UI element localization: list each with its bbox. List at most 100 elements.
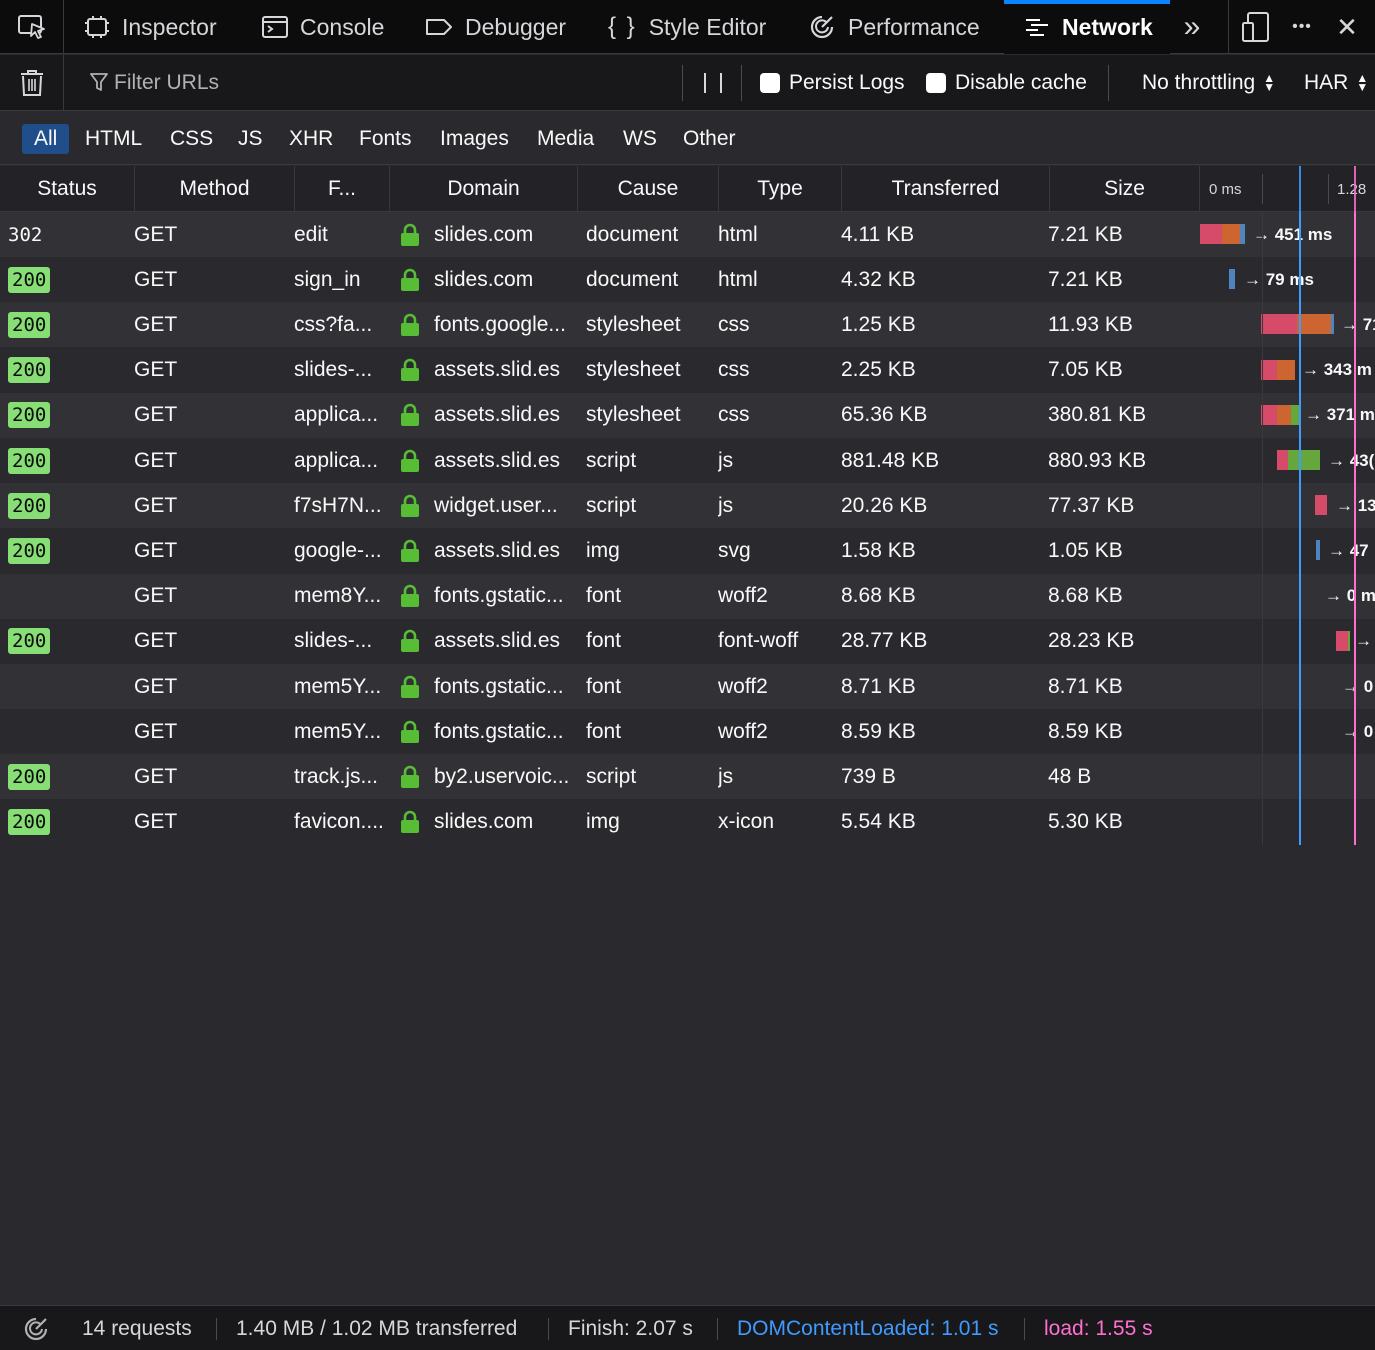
lock-icon [401, 494, 419, 517]
transferred-cell: 8.59 KB [841, 709, 1041, 754]
column-header-size[interactable]: Size [1050, 166, 1200, 212]
method-cell-text: GET [134, 584, 178, 608]
filter-button-html[interactable]: HTML [73, 124, 154, 154]
table-row[interactable]: GET mem8Y... fonts.gstatic... font woff2 8.68… [0, 573, 1375, 619]
waterfall-timing-bar [1222, 224, 1240, 244]
disable-cache-checkbox[interactable] [926, 73, 946, 93]
table-row[interactable]: 200 GET f7sH7N... widget.user... script js 20.… [0, 483, 1375, 529]
method-cell-text: GET [134, 538, 178, 562]
tab-network[interactable]: Network [1004, 0, 1170, 54]
tab-console[interactable]: Console [262, 0, 384, 54]
file-cell-text: mem8Y... [294, 584, 382, 608]
more-tools-button[interactable]: » [1174, 0, 1210, 54]
filter-button-js[interactable]: JS [226, 124, 275, 154]
method-cell: GET [134, 664, 284, 709]
throttling-select[interactable]: No throttling ▲ ▼ [1142, 55, 1275, 111]
type-cell-text: woff2 [718, 719, 768, 743]
filter-button-other[interactable]: Other [671, 124, 748, 154]
table-row[interactable]: 200 GET sign_in slides.com document html 4.32 … [0, 257, 1375, 303]
tab-performance[interactable]: Performance [808, 0, 980, 54]
table-row[interactable]: 200 GET google-... assets.slid.es img svg 1.58… [0, 528, 1375, 574]
method-cell-text: GET [134, 629, 178, 653]
transferred-cell: 4.32 KB [841, 257, 1041, 302]
table-row[interactable]: 200 GET slides-... assets.slid.es stylesheet… [0, 347, 1375, 393]
meatball-menu-icon: ••• [1292, 18, 1312, 35]
clear-requests-button[interactable] [0, 55, 64, 111]
filter-button-ws[interactable]: WS [611, 124, 669, 154]
table-row[interactable]: 200 GET slides-... assets.slid.es font font-w… [0, 618, 1375, 664]
column-header-method[interactable]: Method [135, 166, 295, 212]
method-cell-text: GET [134, 493, 178, 517]
network-summary-bar: 14 requests 1.40 MB / 1.02 MB transferre… [0, 1305, 1375, 1350]
method-cell: GET [134, 709, 284, 754]
size-cell: 8.59 KB [1048, 709, 1193, 754]
har-menu-button[interactable]: HAR ▲ ▼ [1304, 55, 1368, 111]
domain-text: slides.com [434, 267, 534, 291]
table-row[interactable]: 200 GET css?fa... fonts.google... stylesheet… [0, 302, 1375, 348]
pause-icon-bar [704, 73, 706, 93]
status-badge: 200 [8, 402, 51, 429]
responsive-design-button[interactable] [1228, 0, 1282, 54]
type-cell: woff2 [718, 574, 838, 619]
filter-button-xhr[interactable]: XHR [277, 124, 345, 154]
column-header-domain[interactable]: Domain [390, 166, 578, 212]
column-header-transferred[interactable]: Transferred [842, 166, 1050, 212]
table-row[interactable]: 200 GET favicon.... slides.com img x-icon 5.54… [0, 799, 1375, 845]
waterfall-tick-label: 1.28 [1337, 180, 1367, 198]
file-cell-text: slides-... [294, 358, 373, 382]
pause-recording-button[interactable] [700, 69, 726, 97]
waterfall-tick [1262, 174, 1263, 204]
column-header-status[interactable]: Status [0, 166, 135, 212]
method-cell: GET [134, 754, 284, 799]
size-cell: 48 B [1048, 754, 1193, 799]
column-header-type[interactable]: Type [719, 166, 842, 212]
disable-cache-toggle[interactable]: Disable cache [926, 55, 1087, 111]
console-icon [262, 16, 288, 38]
filter-button-css[interactable]: CSS [158, 124, 225, 154]
filter-button-media[interactable]: Media [525, 124, 606, 154]
table-row[interactable]: 200 GET applica... assets.slid.es stylesheet… [0, 392, 1375, 438]
filter-button-images[interactable]: Images [428, 124, 521, 154]
cause-cell: font [586, 709, 716, 754]
toolbox-menu-button[interactable]: ••• [1284, 0, 1320, 54]
devtools-window: Inspector Console Debugger { } Style Edi… [0, 0, 1375, 1350]
tab-style-editor[interactable]: { } Style Editor [608, 0, 766, 54]
table-row[interactable]: 200 GET track.js... by2.uservoic... script js… [0, 754, 1375, 800]
requests-table-header: Status Method F... Domain Cause Type Tra… [0, 166, 1375, 212]
tab-debugger[interactable]: Debugger [425, 0, 566, 54]
column-header-label: F... [327, 177, 356, 200]
element-picker-icon [17, 15, 45, 39]
lock-icon [401, 720, 419, 743]
type-cell-text: woff2 [718, 584, 768, 608]
filter-urls-input[interactable] [66, 59, 680, 107]
element-picker-button[interactable] [0, 0, 64, 54]
domain-cell: slides.com [400, 212, 578, 257]
tab-inspector[interactable]: Inspector [84, 0, 217, 54]
domain-cell: slides.com [400, 257, 578, 302]
table-row[interactable]: GET mem5Y... fonts.gstatic... font woff2 8.59… [0, 709, 1375, 755]
table-row[interactable]: 302 GET edit slides.com document html 4.11 KB 7… [0, 212, 1375, 257]
transferred-cell: 4.11 KB [841, 212, 1041, 257]
domain-text: fonts.google... [434, 312, 566, 336]
lock-icon [401, 584, 419, 608]
filter-button-label: CSS [170, 127, 214, 150]
chevron-updown-icon: ▲ ▼ [1263, 71, 1276, 94]
close-toolbox-button[interactable]: ✕ [1328, 0, 1366, 54]
performance-analysis-button[interactable] [22, 1306, 50, 1350]
persist-logs-checkbox[interactable] [760, 73, 780, 93]
column-header-label: Size [1104, 177, 1145, 200]
column-header-file[interactable]: F... [295, 166, 390, 212]
table-row[interactable]: 200 GET applica... assets.slid.es script js 88… [0, 438, 1375, 483]
status-badge: 200 [8, 763, 51, 790]
table-row[interactable]: GET mem5Y... fonts.gstatic... font woff2 8.71… [0, 664, 1375, 709]
status-badge: 200 [8, 311, 51, 338]
type-cell-text: x-icon [718, 810, 775, 834]
status-badge: 302 [8, 223, 43, 246]
persist-logs-toggle[interactable]: Persist Logs [760, 55, 905, 111]
status-cell: 200 [8, 754, 128, 799]
cause-cell: font [586, 619, 716, 664]
filter-button-all[interactable]: All [22, 124, 70, 154]
load-marker [1354, 212, 1356, 845]
column-header-cause[interactable]: Cause [578, 166, 719, 212]
filter-button-fonts[interactable]: Fonts [347, 124, 424, 154]
